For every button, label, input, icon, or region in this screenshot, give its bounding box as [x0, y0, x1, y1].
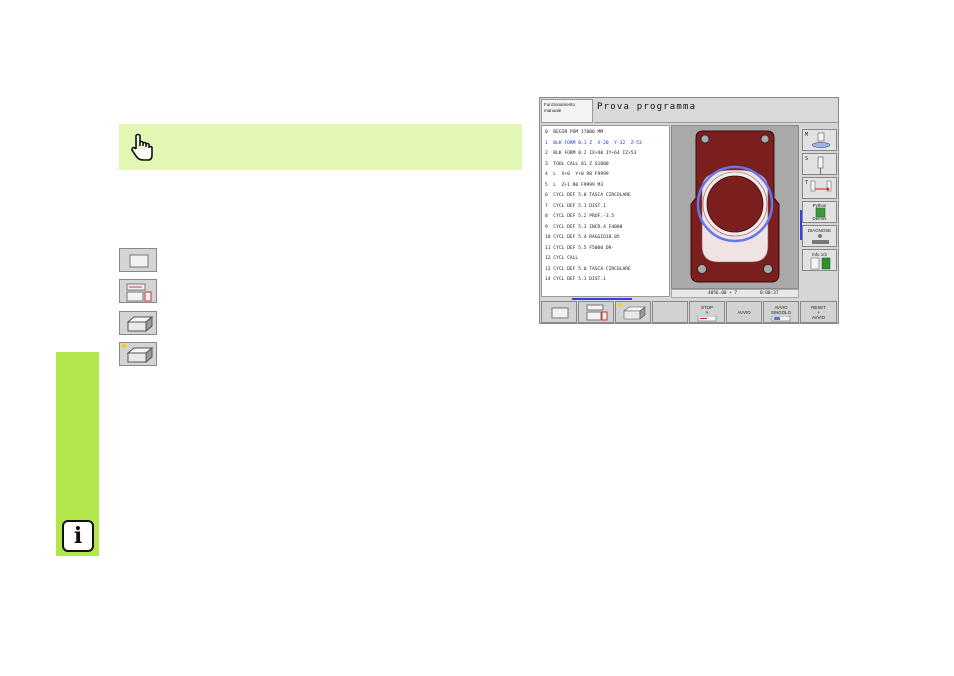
note-box: [119, 124, 522, 170]
softkey-info[interactable]: Info 1/3: [802, 249, 837, 271]
status-feed: 4056.00 + 7: [708, 291, 738, 296]
split-window-icon: [126, 283, 152, 302]
bolt-hole: [700, 134, 710, 144]
softkey-empty-label: [653, 302, 687, 305]
workpiece-graphic: [690, 130, 780, 283]
softkey-reset-avvio[interactable]: RESET + AVVIO: [800, 301, 837, 323]
bolt-hole: [697, 264, 707, 274]
bolt-hole: [763, 264, 773, 274]
info-icon: [810, 257, 831, 270]
program-line[interactable]: 10 CYCL DEF 5.4 RAGGIO18.05: [545, 235, 620, 240]
softkey-avvio[interactable]: AVVIO: [726, 301, 762, 323]
program-line[interactable]: 13 CYCL DEF 5.0 TASCA CIRCOLARE: [545, 267, 631, 272]
softkey-3d-view[interactable]: [615, 301, 651, 323]
spindle-icon: S: [805, 156, 824, 174]
softkey-avvio-singolo-label2: SINGOLO: [770, 310, 791, 315]
diagnose-icon: [812, 234, 829, 244]
split-window-button[interactable]: [119, 279, 157, 303]
single-block-icon: [771, 316, 791, 322]
single-window-icon: [129, 254, 149, 268]
program-line[interactable]: 12 CYCL CALL: [545, 256, 578, 261]
info-icon: i: [62, 520, 94, 552]
tool-holder-icon: M: [805, 132, 831, 148]
softkey-t-label: T: [805, 180, 808, 186]
program-line[interactable]: 9 CYCL DEF 5.3 INCR.4 F4000: [545, 225, 622, 230]
softkey-avvio-singolo-label: AVVIO: [774, 305, 788, 310]
center-boss: [706, 175, 764, 233]
operating-mode-label: Funzionamento manuale: [541, 99, 593, 123]
softkey-stop-label: STOP: [701, 305, 713, 310]
split-window-icon: [586, 304, 608, 321]
bolt-hole: [760, 134, 770, 144]
3d-block-icon: [126, 315, 154, 333]
pointing-hand-icon: [131, 133, 153, 161]
program-line[interactable]: 4 L X+0 Y+0 R0 F9999: [545, 172, 609, 177]
program-line[interactable]: 5 L Z+1 R0 F9999 M3: [545, 183, 603, 188]
softkey-stop-label2: A: [705, 310, 709, 315]
single-window-icon: [551, 307, 569, 319]
softkey-s[interactable]: S: [802, 153, 837, 175]
program-line[interactable]: 7 CYCL DEF 5.1 DIST.1: [545, 204, 606, 209]
program-line[interactable]: 3 TOOL CALL 81 Z S1000: [545, 162, 609, 167]
softkey-stop-a[interactable]: STOP A: [689, 301, 725, 323]
single-window-button[interactable]: [119, 248, 157, 272]
program-listing[interactable]: 0 BEGIN PGM 17000 MM 1 BLK FORM 0.1 Z X-…: [541, 125, 670, 297]
program-line[interactable]: 8 CYCL DEF 5.2 PROF.-3.5: [545, 214, 614, 219]
softkey-single-window[interactable]: [541, 301, 577, 323]
progress-indicator: [572, 298, 632, 300]
status-bar: 4056.00 + 7 0:00:37: [671, 289, 799, 298]
3d-block-highlight-icon: [122, 344, 154, 364]
softkey-avvio-label: AVVIO: [737, 310, 751, 315]
program-line[interactable]: 11 CYCL DEF 5.5 F5000 DR-: [545, 246, 614, 251]
program-line[interactable]: 0 BEGIN PGM 17000 MM: [545, 130, 603, 135]
simulation-graphic: [671, 125, 799, 289]
program-line[interactable]: 6 CYCL DEF 5.0 TASCA CIRCOLARE: [545, 193, 631, 198]
softkey-t[interactable]: T: [802, 177, 837, 199]
cnc-screen: Funzionamento manuale Prova programma 0 …: [539, 97, 839, 324]
stop-icon: [697, 316, 717, 322]
3d-block-icon: [618, 303, 646, 320]
softkey-reset-label3: AVVIO: [811, 315, 826, 320]
softkey-split-window[interactable]: [578, 301, 614, 323]
softkey-python-demos[interactable]: Python Demos: [802, 201, 837, 223]
softkey-reset-label: RESET: [811, 305, 826, 310]
softkey-empty[interactable]: [652, 301, 688, 323]
status-time: 0:00:37: [760, 291, 779, 296]
softkey-m-label: M: [805, 132, 808, 138]
program-line[interactable]: 14 CYCL DEF 5.1 DIST.1: [545, 277, 606, 282]
softkey-diagnose[interactable]: DIAGNOSE: [802, 225, 837, 247]
softkey-avvio-singolo[interactable]: AVVIO SINGOLO: [763, 301, 799, 323]
softkey-m[interactable]: M: [802, 129, 837, 151]
softkey-demos-label: Demos: [812, 216, 827, 221]
3d-view-button[interactable]: [119, 311, 157, 335]
tool-change-icon: T: [805, 180, 832, 192]
program-line[interactable]: 2 BLK FORM 0.2 IX+40 IY+64 IZ+53: [545, 151, 636, 156]
program-line-active[interactable]: 1 BLK FORM 0.1 Z X-20 Y-32 Z-53: [545, 141, 642, 146]
3d-view-highlight-button[interactable]: [119, 342, 157, 366]
mode-label-line2: manuale: [544, 108, 562, 113]
softkey-s-label: S: [805, 156, 808, 162]
screen-title: Prova programma: [594, 99, 838, 123]
